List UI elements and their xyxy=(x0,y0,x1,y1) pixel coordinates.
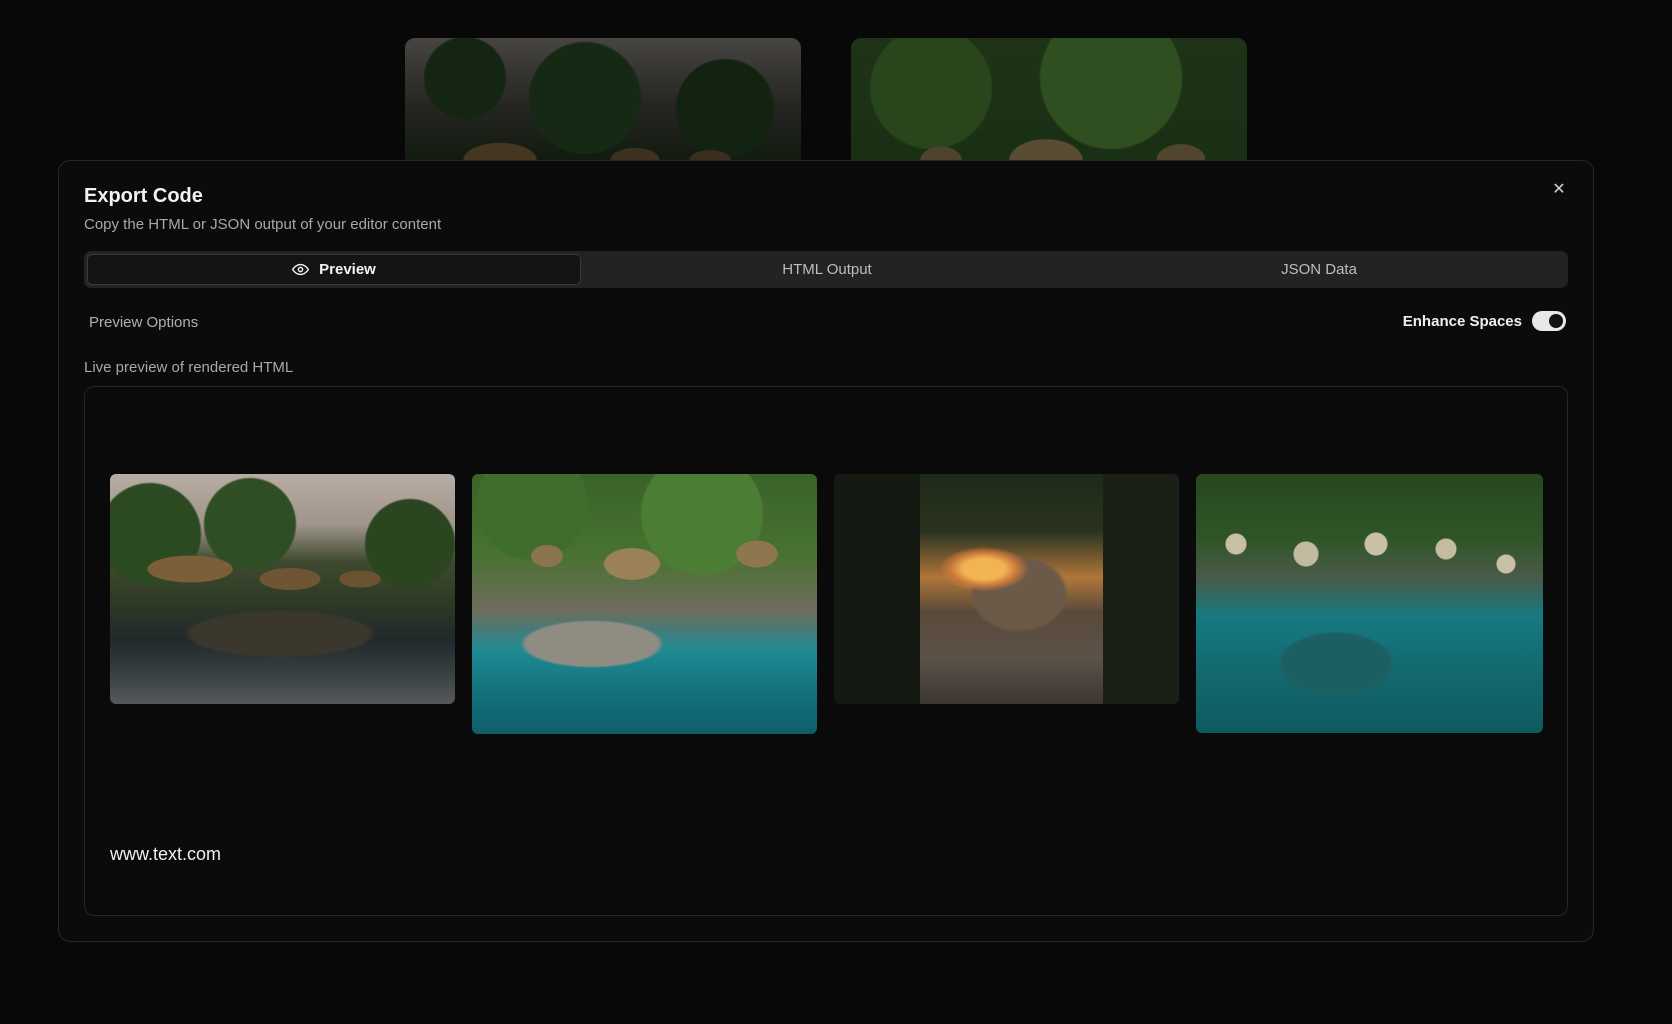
enhance-spaces-toggle[interactable] xyxy=(1532,311,1566,331)
preview-image-2 xyxy=(472,474,817,734)
eye-icon xyxy=(292,263,310,276)
close-icon[interactable]: ✕ xyxy=(1547,177,1571,201)
enhance-spaces-control: Enhance Spaces xyxy=(1403,311,1566,331)
tab-preview-label: Preview xyxy=(319,261,376,278)
preview-image-1 xyxy=(110,474,455,704)
live-preview-label: Live preview of rendered HTML xyxy=(84,359,294,376)
tab-json-data[interactable]: JSON Data xyxy=(1073,254,1565,285)
toggle-knob xyxy=(1549,314,1563,328)
tab-bar: Preview HTML Output JSON Data xyxy=(84,251,1568,288)
dialog-title: Export Code xyxy=(84,185,203,207)
preview-url-text: www.text.com xyxy=(110,844,222,864)
preview-image-3 xyxy=(834,474,1179,704)
tab-preview[interactable]: Preview xyxy=(87,254,581,285)
dialog-subtitle: Copy the HTML or JSON output of your edi… xyxy=(84,216,442,233)
tab-html-output-label: HTML Output xyxy=(782,261,872,278)
live-preview-panel: www.text.com xyxy=(84,386,1568,916)
preview-image-4 xyxy=(1196,474,1543,733)
export-code-dialog: Export Code Copy the HTML or JSON output… xyxy=(58,160,1594,942)
preview-options-label: Preview Options xyxy=(89,314,199,331)
enhance-spaces-label: Enhance Spaces xyxy=(1402,312,1522,330)
tab-json-data-label: JSON Data xyxy=(1281,261,1357,278)
tab-html-output[interactable]: HTML Output xyxy=(581,254,1073,285)
